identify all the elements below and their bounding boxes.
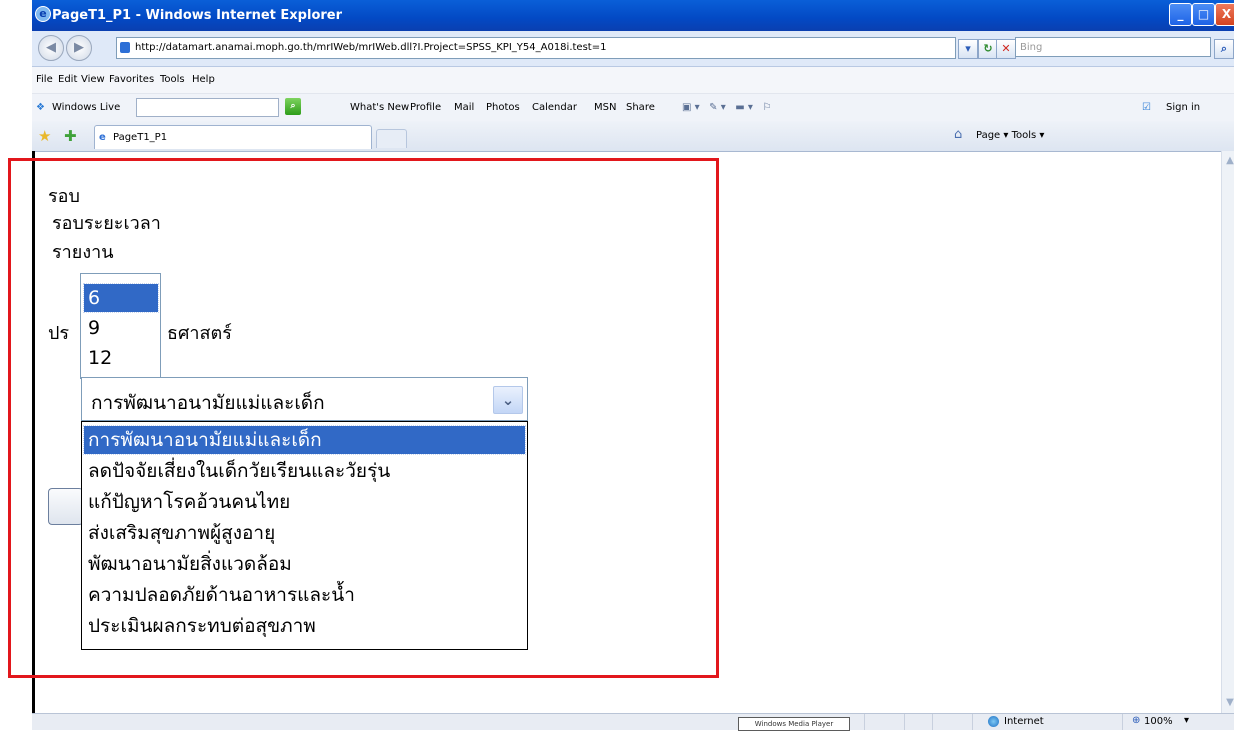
link-calendar[interactable]: Calendar [532,102,577,113]
status-divider [932,714,933,730]
menu-favorites[interactable]: Favorites [109,74,154,85]
stop-icon[interactable]: ✕ [996,39,1016,59]
favorites-star-icon[interactable]: ★ [38,127,51,145]
status-divider [972,714,973,730]
sign-in-link[interactable]: Sign in [1166,102,1200,113]
menu-help[interactable]: Help [192,74,215,85]
zoom-level[interactable]: 100% [1144,716,1173,727]
tab-pageT1-P1[interactable]: e PageT1_P1 [94,125,372,149]
scroll-down-icon[interactable]: ▼ [1224,697,1234,709]
tab-page-icon: e [99,132,106,143]
links-toolbar: ❖ Windows Live ⌕ What's New Profile Mail… [32,93,1234,122]
menu-tools[interactable]: Tools [160,74,185,85]
windows-live-label[interactable]: Windows Live [52,102,120,113]
maximize-button[interactable]: □ [1192,3,1215,26]
windows-live-icon: ❖ [36,102,45,113]
ie-logo-icon: e [35,6,51,22]
internet-zone-icon [988,716,999,727]
address-bar: ◀ ▶ http://datamart.anamai.moph.go.th/mr… [32,31,1234,67]
link-msn[interactable]: MSN [594,102,616,113]
close-button[interactable]: X [1215,3,1234,26]
new-tab-button[interactable] [376,129,407,148]
toolbar-tool-icons[interactable]: ▣ ▾ ✎ ▾ ▬ ▾ ⚐ [682,102,771,113]
link-share[interactable]: Share [626,102,655,113]
zoom-icon: ⊕ [1132,715,1141,726]
sign-in-icon: ☑ [1142,102,1151,113]
command-bar-page-tools[interactable]: Page ▾ Tools ▾ [976,130,1044,141]
refresh-icon[interactable]: ↻ [978,39,998,59]
status-divider [864,714,865,730]
back-button[interactable]: ◀ [38,35,64,61]
url-dropdown-button[interactable]: ▾ [958,39,978,59]
search-icon[interactable]: ⌕ [1214,39,1234,59]
link-mail[interactable]: Mail [454,102,474,113]
windows-live-search-input[interactable] [136,98,279,117]
window-title-bar[interactable]: e PageT1_P1 - Windows Internet Explorer … [32,0,1234,31]
status-divider [1122,714,1123,730]
status-bar: Windows Media Player Internet ⊕ 100% ▾ [32,713,1234,731]
url-text: http://datamart.anamai.moph.go.th/mrIWeb… [135,42,607,53]
vertical-scrollbar[interactable]: ▲ ▼ [1221,151,1234,713]
minimize-button[interactable]: _ [1169,3,1192,26]
link-whats-new[interactable]: What's New [350,102,409,113]
menu-view[interactable]: View [81,74,105,85]
zoom-dropdown-icon[interactable]: ▾ [1184,715,1189,726]
status-divider [904,714,905,730]
url-input[interactable]: http://datamart.anamai.moph.go.th/mrIWeb… [116,37,956,59]
home-icon[interactable]: ⌂ [954,127,962,142]
tab-bar: ★ ✚ e PageT1_P1 ⌂ Page ▾ Tools ▾ [32,121,1234,152]
menu-file[interactable]: File [36,74,53,85]
search-input[interactable]: Bing [1015,37,1211,57]
highlight-annotation-box [8,158,719,678]
menu-edit[interactable]: Edit [58,74,77,85]
forward-button[interactable]: ▶ [66,35,92,61]
add-favorites-icon[interactable]: ✚ [64,127,77,145]
tab-label: PageT1_P1 [113,132,168,143]
menu-bar: File Edit View Favorites Tools Help [32,67,1234,93]
internet-zone-label: Internet [1004,716,1044,727]
scroll-up-icon[interactable]: ▲ [1224,155,1234,167]
live-search-go-icon[interactable]: ⌕ [285,98,301,115]
link-profile[interactable]: Profile [410,102,441,113]
window-title: PageT1_P1 - Windows Internet Explorer [52,8,343,23]
page-icon [120,42,130,53]
link-photos[interactable]: Photos [486,102,520,113]
